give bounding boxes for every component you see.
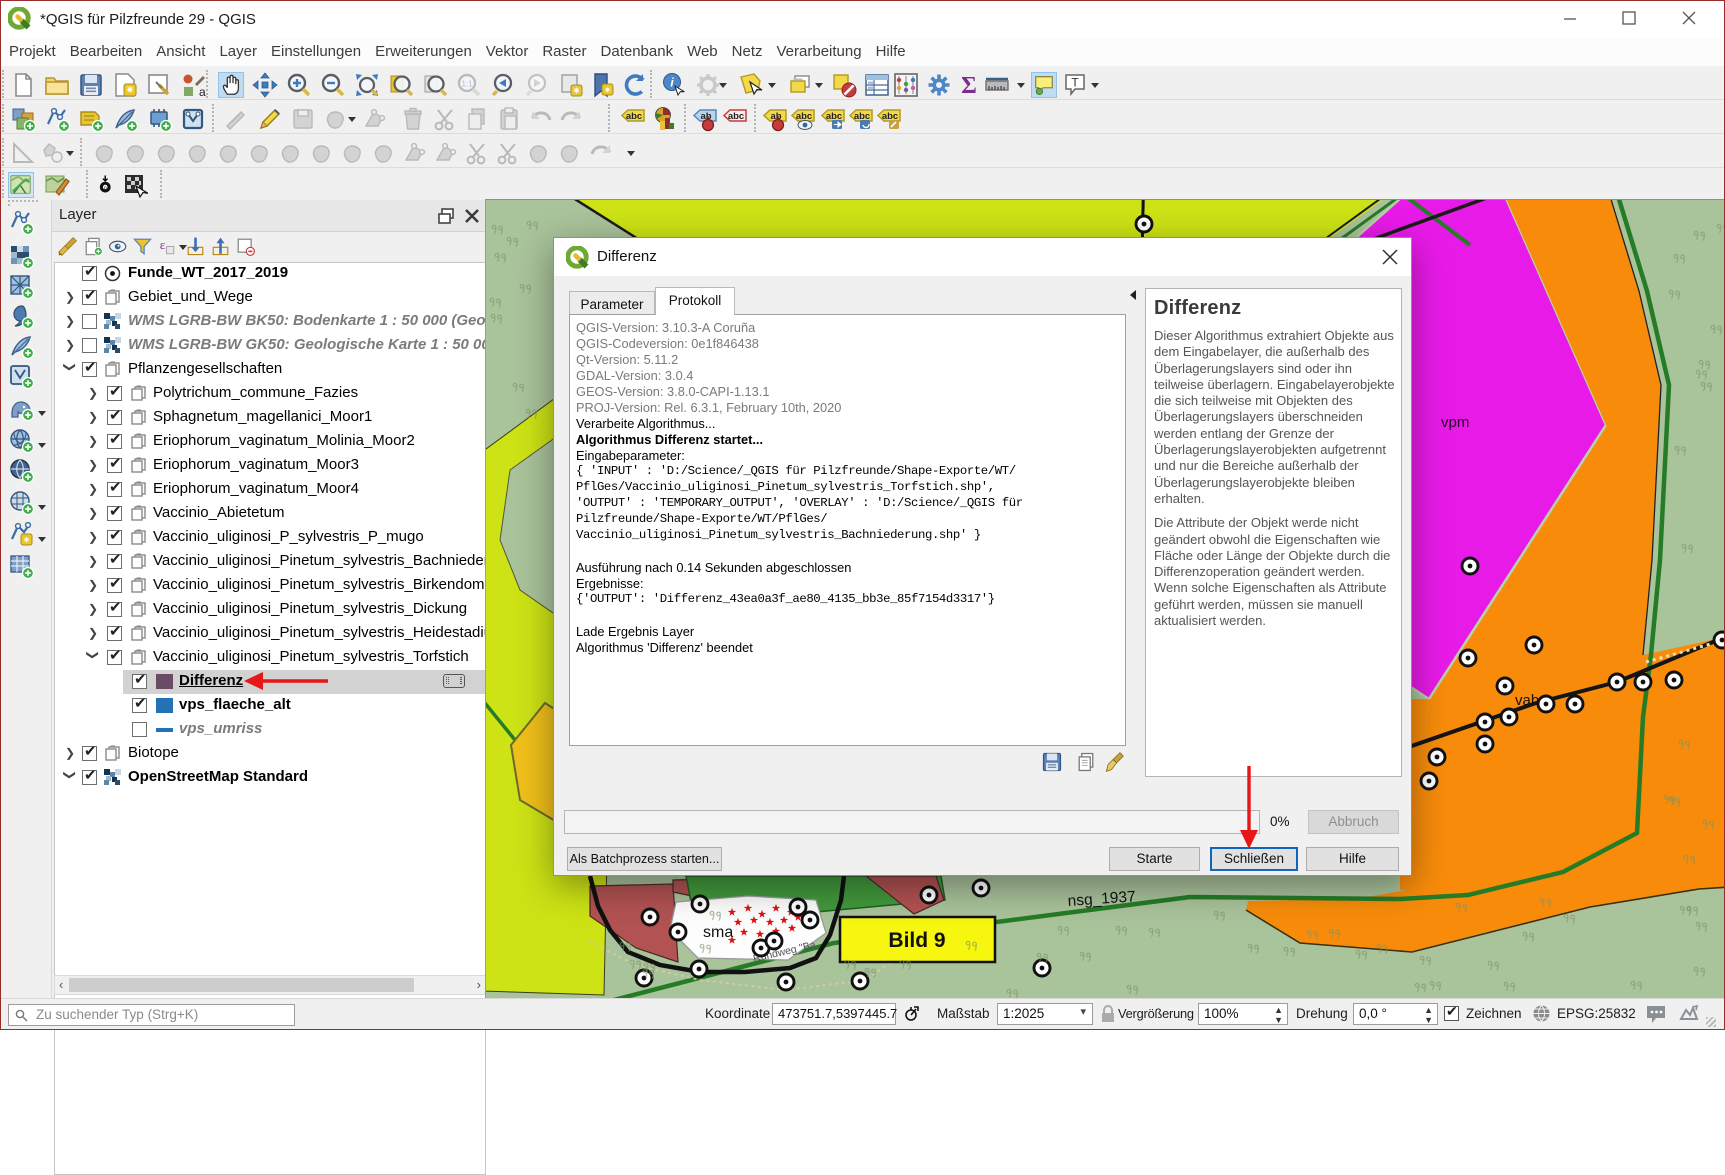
svg-text:T: T — [1071, 76, 1079, 90]
svg-text:Bild 9: Bild 9 — [888, 929, 945, 952]
svg-text:sma: sma — [703, 924, 733, 941]
svg-text:a: a — [199, 85, 206, 98]
svg-text:vpm: vpm — [1441, 414, 1469, 431]
svg-text:o: o — [104, 185, 107, 191]
svg-text:✷: ✷ — [125, 85, 134, 97]
svg-text:✷: ✷ — [572, 86, 580, 97]
svg-text:✷: ✷ — [23, 535, 31, 545]
svg-text:abc: abc — [728, 111, 744, 122]
svg-text:Σ: Σ — [961, 73, 977, 98]
svg-text:vab: vab — [1515, 692, 1539, 709]
svg-text:✷: ✷ — [604, 85, 612, 95]
svg-text:abc: abc — [626, 111, 642, 122]
svg-text:ε: ε — [160, 237, 166, 252]
svg-text:1:1: 1:1 — [461, 80, 473, 89]
